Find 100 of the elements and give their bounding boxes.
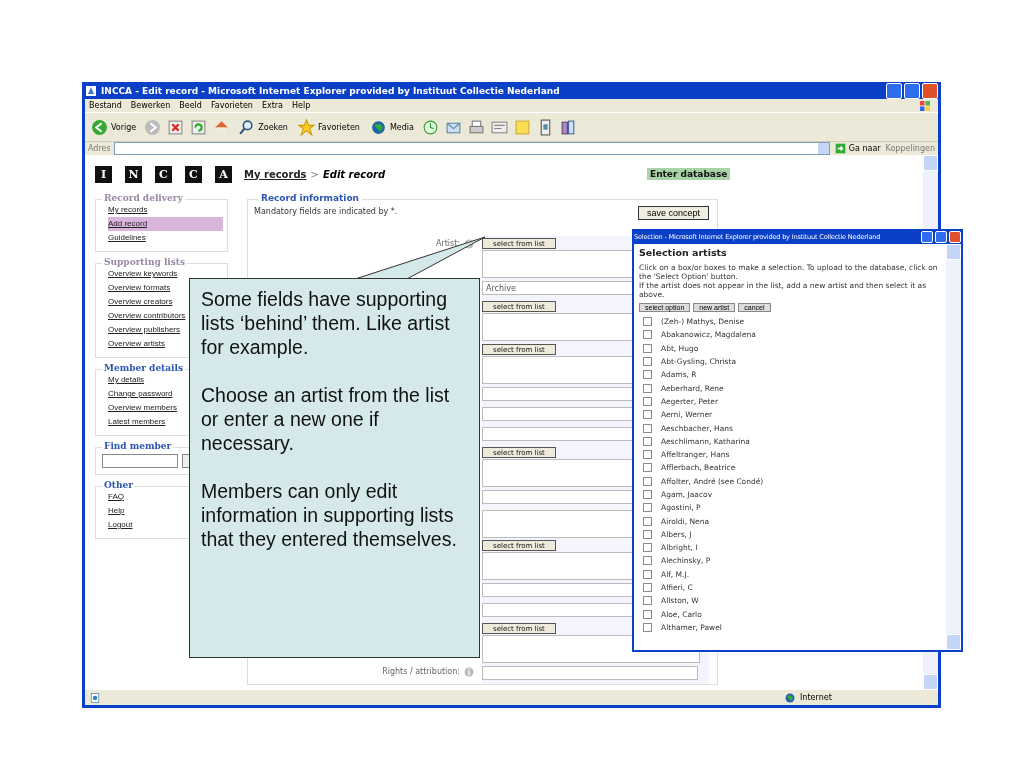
minimize-button[interactable] [921,230,933,243]
checkbox[interactable] [643,583,652,593]
sidebar-link[interactable]: Overview publishers [108,323,181,337]
globe-icon [369,118,387,136]
input-field[interactable] [482,666,698,680]
logo-letter: C [155,165,172,183]
stop-icon[interactable] [167,118,185,136]
sidebar-link[interactable]: Help [108,504,125,518]
browser-icon [85,84,97,97]
checkbox[interactable] [643,450,652,460]
menu-item[interactable]: Bestand [89,101,122,110]
sidebar-link[interactable]: Overview contributors [108,309,186,323]
windows-logo-icon [918,99,932,112]
popup-heading: Selection artists [639,247,728,258]
globe-icon [784,691,796,704]
favorites-button[interactable]: Favorieten [295,118,362,136]
sidebar-link[interactable]: Add record [108,217,223,231]
callout-text: Some fields have supporting lists ‘behind’ them. Like artist for example. [201,287,451,359]
menu-item[interactable]: Beeld [179,101,202,110]
checkbox[interactable] [643,423,652,433]
checkbox[interactable] [643,516,652,526]
field-label: Artist: [435,239,460,248]
search-button[interactable]: Zoeken [236,118,290,136]
sidebar-link[interactable]: FAQ [108,490,124,504]
menu-item[interactable]: Help [292,101,311,110]
sidebar-link[interactable]: Latest members [108,415,166,429]
field-label: Rights / attribution: [382,667,460,676]
sidebar-link[interactable]: Overview members [108,401,177,415]
forward-icon[interactable] [144,118,162,136]
address-field[interactable] [113,142,830,155]
maximize-button[interactable] [935,230,947,243]
printer-icon[interactable] [467,118,485,136]
checkbox[interactable] [643,503,652,513]
maximize-button[interactable] [904,82,920,99]
menu-item[interactable]: Favorieten [210,101,253,110]
history-icon[interactable] [421,118,439,136]
callout-text: Choose an artist from the list or enter a new one if necessary. [201,383,451,455]
sidebar-link[interactable]: Change password [108,387,173,401]
sidebar-link[interactable]: Logout [108,518,133,532]
address-label: Adres [88,144,111,153]
logo-letter: I [95,165,112,183]
panel-title: Find member [102,441,174,451]
search-icon [238,118,256,136]
breadcrumb-separator: > [310,168,319,180]
checkbox[interactable] [643,330,652,340]
sidebar-link[interactable]: Overview formats [108,281,171,295]
breadcrumb-link[interactable]: My records [244,168,307,180]
media-button[interactable]: Media [367,118,416,136]
logo-letter: C [185,165,202,183]
minimize-button[interactable] [886,82,902,99]
checkbox[interactable] [643,543,652,553]
checkbox[interactable] [643,463,652,473]
sidebar-link[interactable]: My details [108,373,144,387]
checkbox[interactable] [643,476,652,486]
window-title: INCCA - Edit record - Microsoft Internet Explorer provided by Instituut Collectie Nederland [101,85,561,96]
links-button[interactable]: Koppelingen [885,144,935,153]
sidebar-link[interactable]: Overview artists [108,337,165,351]
menu-item[interactable]: Extra [261,101,283,110]
close-button[interactable] [922,82,938,99]
enter-database-link[interactable]: Enter database [647,168,731,180]
star-icon [297,118,315,136]
checkbox[interactable] [643,609,652,619]
arrow-icon [834,143,846,154]
panel-title: Supporting lists [102,257,188,267]
checkbox[interactable] [643,622,652,632]
checkbox[interactable] [643,317,652,327]
checkbox[interactable] [643,343,652,353]
sidebar-link[interactable]: Overview keywords [108,267,178,281]
checkbox[interactable] [643,357,652,367]
checkbox[interactable] [643,436,652,446]
close-button[interactable] [949,230,961,243]
go-button[interactable]: Ga naar [832,143,883,154]
scrollbar[interactable] [946,244,961,650]
checkbox[interactable] [643,529,652,539]
logo-letter: N [125,165,142,183]
sidebar-link[interactable]: Guidelines [108,231,146,245]
checkbox[interactable] [643,490,652,499]
checkbox[interactable] [643,410,652,420]
panel-title: Member details [102,363,186,373]
callout-text: Members can only edit information in supporting lists that they entered themselves. [201,479,457,551]
sidebar-link[interactable]: Overview creators [108,295,173,309]
save-concept-button[interactable]: save concept [637,206,709,220]
member-search-field[interactable] [102,454,178,468]
logo-letter: A [215,165,232,183]
refresh-icon[interactable] [190,118,208,136]
security-zone: Internet [784,691,934,704]
sidebar-link[interactable]: My records [108,203,148,217]
checkbox[interactable] [643,569,652,579]
research-icon[interactable] [559,118,577,136]
info-icon[interactable] [464,667,474,677]
breadcrumb-current: Edit record [322,168,386,180]
panel-title: Record delivery [102,193,185,203]
checkbox[interactable] [643,370,652,380]
checkbox[interactable] [643,396,652,406]
checkbox[interactable] [643,383,652,393]
checkbox[interactable] [643,556,652,566]
menu-item[interactable]: Bewerken [130,101,171,110]
back-button[interactable]: Vorige [89,118,139,136]
panel-title: Record information [258,193,363,203]
checkbox[interactable] [643,596,652,606]
